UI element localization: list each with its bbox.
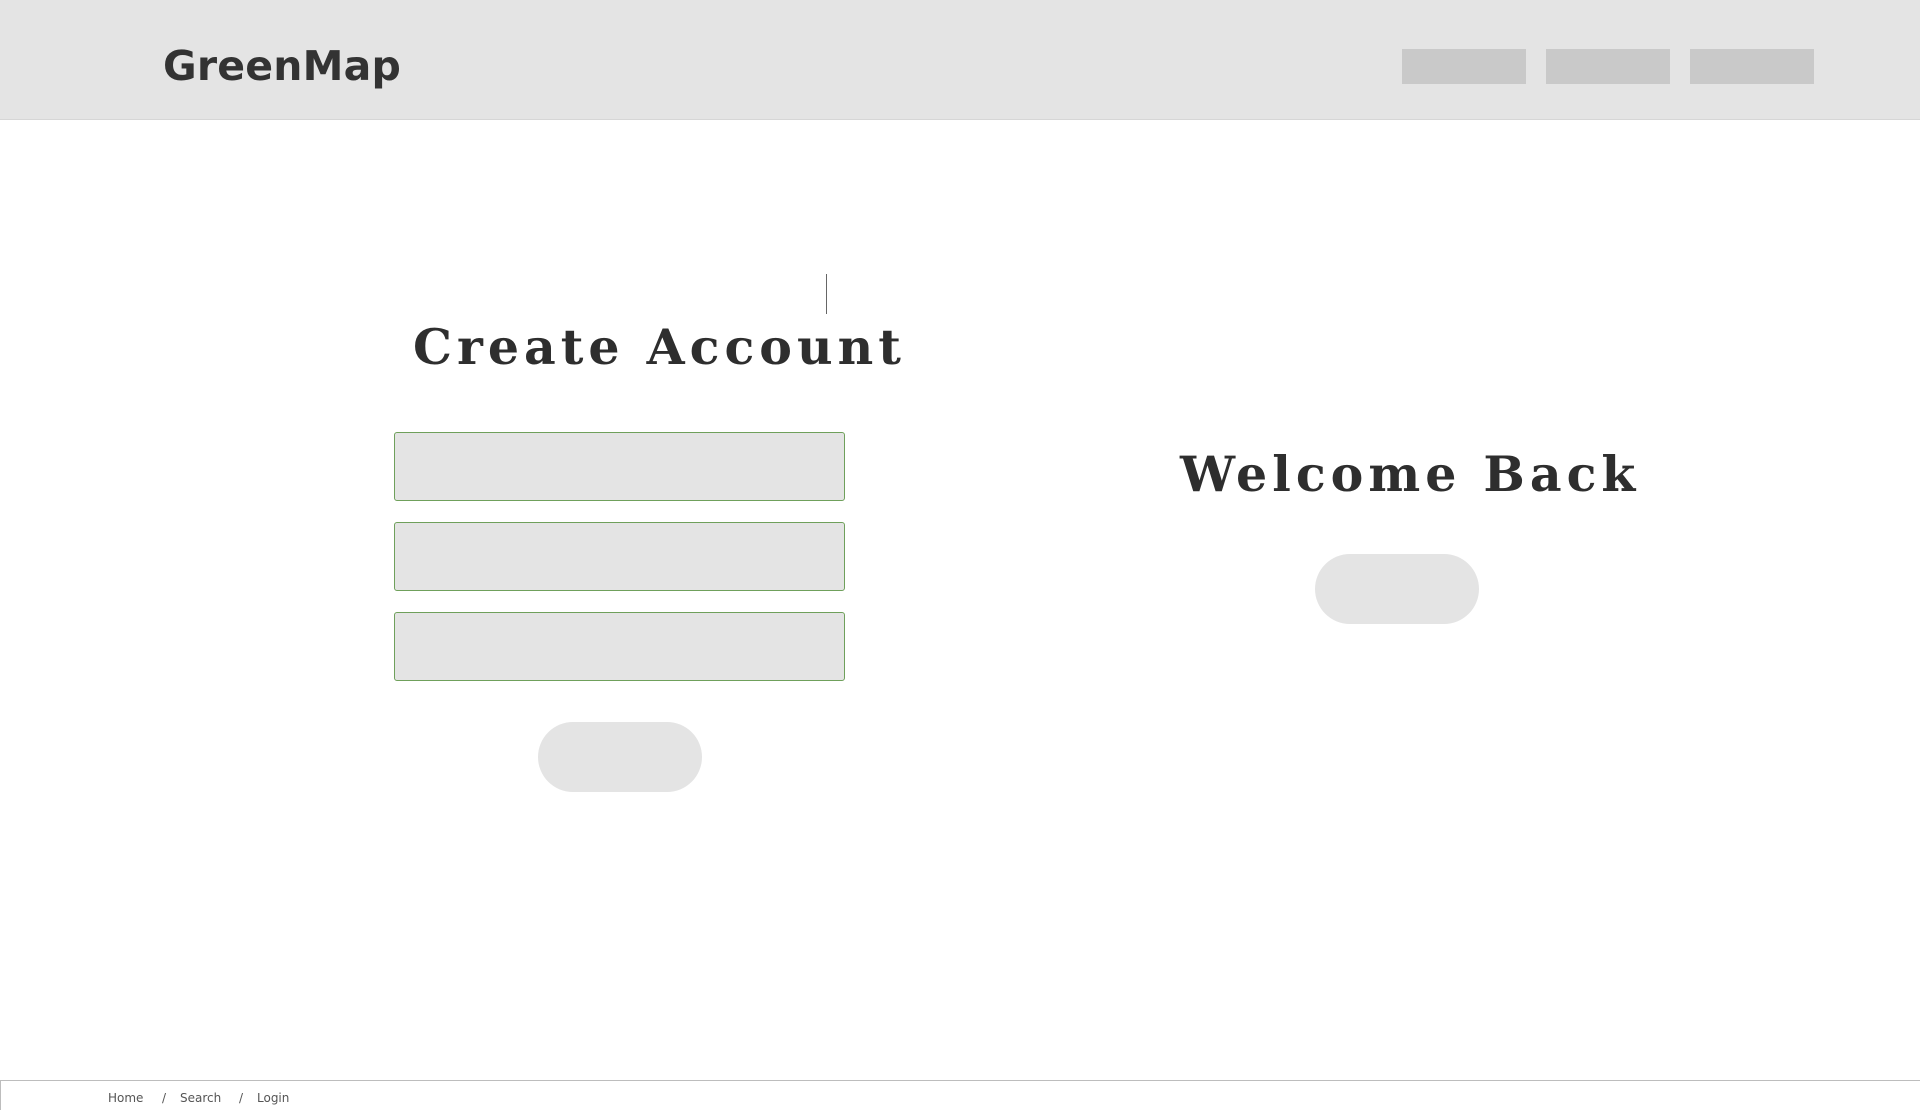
page: GreenMap Create Account Welcome Back Hom… bbox=[0, 0, 1920, 1110]
breadcrumb-home[interactable]: Home bbox=[108, 1091, 143, 1105]
signup-field-1[interactable] bbox=[394, 432, 845, 501]
nav-button-1[interactable] bbox=[1402, 49, 1526, 84]
signin-button[interactable] bbox=[1315, 554, 1479, 624]
signup-title: Create Account bbox=[413, 318, 906, 376]
nav-button-3[interactable] bbox=[1690, 49, 1814, 84]
signin-title: Welcome Back bbox=[1180, 445, 1641, 503]
signup-field-3[interactable] bbox=[394, 612, 845, 681]
breadcrumb: Home / Search / Login bbox=[0, 1080, 1920, 1110]
nav-button-2[interactable] bbox=[1546, 49, 1670, 84]
breadcrumb-separator: / bbox=[162, 1091, 167, 1105]
signup-button[interactable] bbox=[538, 722, 702, 792]
signup-field-2[interactable] bbox=[394, 522, 845, 591]
breadcrumb-search[interactable]: Search bbox=[180, 1091, 221, 1105]
brand-logo[interactable]: GreenMap bbox=[163, 42, 401, 90]
breadcrumb-login: Login bbox=[257, 1091, 290, 1105]
text-cursor bbox=[826, 274, 827, 314]
top-header: GreenMap bbox=[0, 0, 1920, 120]
breadcrumb-separator: / bbox=[239, 1091, 244, 1105]
